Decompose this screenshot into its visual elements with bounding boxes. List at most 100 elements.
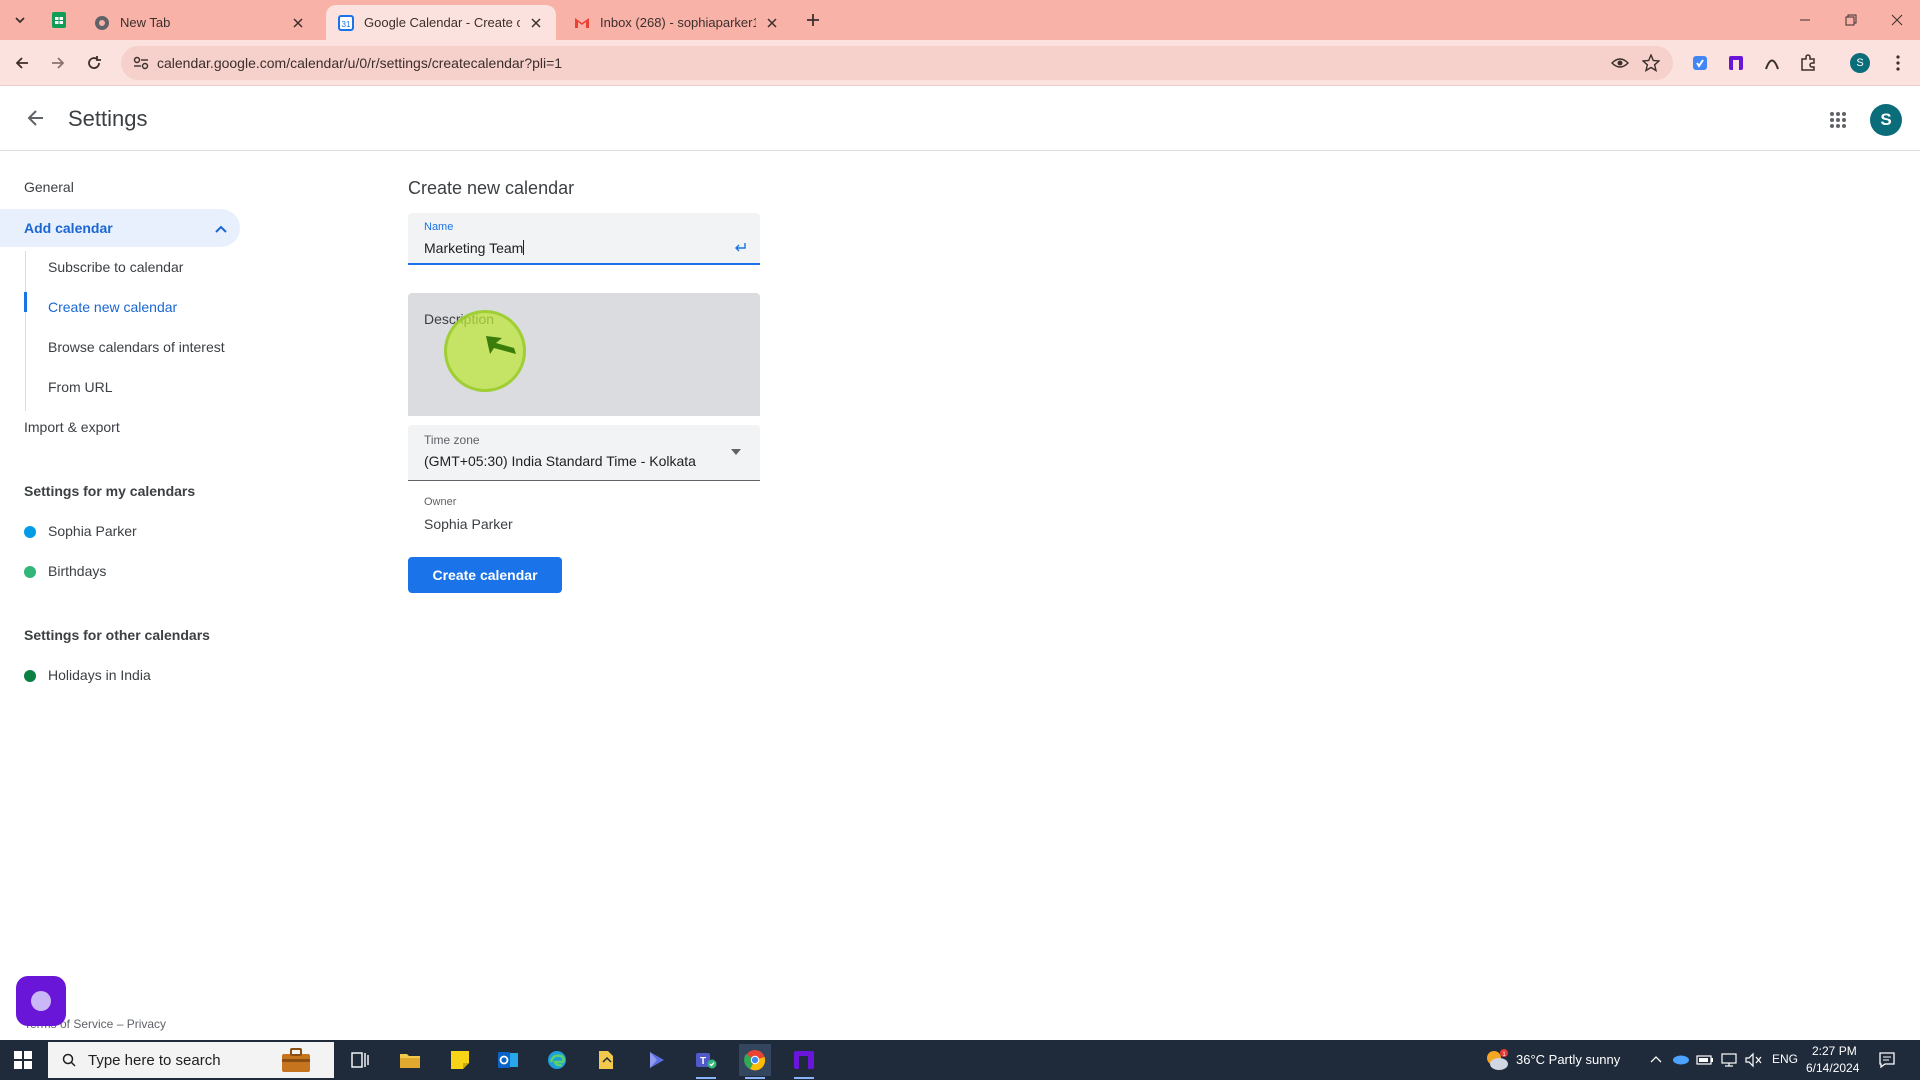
speaker-muted-icon[interactable] bbox=[1744, 1052, 1762, 1068]
tab-gmail-inbox[interactable]: Inbox (268) - sophiaparker14oc bbox=[562, 5, 792, 40]
calendar-color-dot bbox=[24, 566, 36, 578]
settings-sidebar: General Add calendar Subscribe to calend… bbox=[0, 151, 260, 1041]
svg-text:T: T bbox=[700, 1056, 706, 1067]
eye-slash-icon[interactable] bbox=[1611, 55, 1629, 71]
create-calendar-button[interactable]: Create calendar bbox=[408, 557, 562, 593]
reload-icon bbox=[88, 56, 101, 69]
taskbar-file-explorer[interactable] bbox=[394, 1044, 426, 1076]
arrow-right-icon bbox=[52, 57, 65, 69]
battery-icon[interactable] bbox=[1696, 1053, 1714, 1067]
more-vert-icon bbox=[1896, 55, 1900, 71]
site-settings-icon[interactable] bbox=[133, 56, 149, 70]
calendar-color-dot bbox=[24, 526, 36, 538]
sidebar-item-from-url[interactable]: From URL bbox=[48, 379, 113, 395]
sidebar-item-holidays-in-india[interactable]: Holidays in India bbox=[48, 667, 151, 683]
my-calendars-heading: Settings for my calendars bbox=[24, 483, 196, 499]
taskbar-purple-app[interactable] bbox=[788, 1044, 820, 1079]
extension-arc-icon bbox=[1765, 59, 1779, 70]
puzzle-icon bbox=[1801, 54, 1815, 71]
start-button[interactable] bbox=[8, 1048, 38, 1072]
taskbar-outlook[interactable] bbox=[492, 1044, 524, 1076]
extension-purple-icon bbox=[1729, 56, 1743, 70]
assistant-launcher-button[interactable] bbox=[16, 976, 66, 1026]
sidebar-item-general[interactable]: General bbox=[24, 179, 74, 195]
name-input-value[interactable]: Marketing Team bbox=[424, 240, 525, 256]
sidebar-item-label: Add calendar bbox=[24, 220, 113, 236]
close-icon bbox=[1891, 14, 1903, 26]
enter-key-icon bbox=[735, 243, 746, 252]
tab-google-calendar[interactable]: 31 Google Calendar - Create calen bbox=[326, 5, 556, 40]
weather-icon[interactable]: 1 bbox=[1484, 1048, 1510, 1072]
settings-header: Settings S bbox=[0, 86, 1920, 151]
sidebar-item-add-calendar[interactable]: Add calendar bbox=[0, 209, 240, 247]
task-view-button[interactable] bbox=[344, 1044, 376, 1076]
language-indicator[interactable]: ENG bbox=[1772, 1052, 1798, 1066]
edge-icon bbox=[548, 1051, 566, 1069]
close-tab-icon[interactable] bbox=[290, 15, 306, 31]
close-tab-icon[interactable] bbox=[764, 15, 780, 31]
pinned-tab-sheets[interactable] bbox=[46, 7, 72, 33]
address-bar[interactable]: calendar.google.com/calendar/u/0/r/setti… bbox=[121, 46, 1673, 80]
folder-icon bbox=[400, 1054, 420, 1068]
clock-date[interactable]: 6/14/2024 bbox=[1806, 1061, 1859, 1075]
profile-button[interactable]: S bbox=[1848, 51, 1872, 75]
extension-button[interactable] bbox=[1760, 51, 1784, 75]
profile-avatar: S bbox=[1850, 53, 1870, 73]
apps-grid-icon bbox=[1830, 112, 1846, 128]
close-tab-icon[interactable] bbox=[528, 15, 544, 31]
back-button[interactable] bbox=[8, 49, 36, 77]
minimize-icon bbox=[1800, 19, 1810, 21]
page-title: Settings bbox=[68, 106, 148, 131]
dropdown-arrow-icon bbox=[731, 449, 741, 455]
time-zone-label: Time zone bbox=[424, 433, 480, 447]
reload-button[interactable] bbox=[80, 49, 108, 77]
sidebar-item-birthdays[interactable]: Birthdays bbox=[48, 563, 106, 579]
restore-button[interactable] bbox=[1828, 0, 1874, 40]
taskbar-search[interactable]: Type here to search bbox=[48, 1042, 334, 1078]
chrome-icon bbox=[744, 1050, 766, 1071]
extension-button[interactable] bbox=[1688, 51, 1712, 75]
taskbar-files-app[interactable] bbox=[590, 1044, 622, 1076]
calendar-icon: 31 bbox=[338, 14, 354, 31]
chevron-up-icon bbox=[215, 225, 227, 233]
sticky-note-icon bbox=[451, 1051, 469, 1069]
tab-new-tab[interactable]: New Tab bbox=[82, 5, 318, 40]
sidebar-item-subscribe[interactable]: Subscribe to calendar bbox=[48, 259, 183, 275]
new-tab-button[interactable] bbox=[800, 7, 826, 33]
chevron-up-icon[interactable] bbox=[1650, 1054, 1662, 1064]
submenu-divider bbox=[25, 251, 26, 411]
sidebar-item-create-new-calendar[interactable]: Create new calendar bbox=[48, 299, 177, 315]
forward-button[interactable] bbox=[44, 49, 72, 77]
sidebar-item-import-export[interactable]: Import & export bbox=[24, 419, 120, 435]
back-to-calendar-button[interactable] bbox=[20, 102, 52, 134]
search-placeholder: Type here to search bbox=[88, 1052, 221, 1069]
minimize-button[interactable] bbox=[1782, 0, 1828, 40]
extension-blue-icon bbox=[1693, 56, 1707, 70]
sheets-icon bbox=[52, 12, 66, 28]
browser-menu-button[interactable] bbox=[1886, 51, 1910, 75]
google-apps-button[interactable] bbox=[1822, 104, 1854, 136]
weather-text[interactable]: 36°C Partly sunny bbox=[1516, 1052, 1620, 1067]
close-window-button[interactable] bbox=[1874, 0, 1920, 40]
taskbar-edge[interactable] bbox=[541, 1044, 573, 1076]
calendar-name-field[interactable]: Name Marketing Team bbox=[408, 213, 760, 265]
onedrive-icon[interactable] bbox=[1672, 1053, 1690, 1065]
taskbar-chrome[interactable] bbox=[739, 1044, 771, 1079]
time-zone-select[interactable]: Time zone (GMT+05:30) India Standard Tim… bbox=[408, 425, 760, 481]
url-text: calendar.google.com/calendar/u/0/r/setti… bbox=[157, 55, 563, 71]
cursor-arrow-icon bbox=[486, 336, 516, 354]
sidebar-item-sophia-parker[interactable]: Sophia Parker bbox=[48, 523, 137, 539]
tab-search-button[interactable] bbox=[7, 7, 33, 33]
network-icon[interactable] bbox=[1720, 1052, 1738, 1068]
taskbar-media-app[interactable] bbox=[640, 1044, 672, 1076]
notification-icon[interactable] bbox=[1878, 1051, 1896, 1069]
taskbar-sticky-notes[interactable] bbox=[444, 1044, 476, 1076]
sidebar-item-browse-calendars[interactable]: Browse calendars of interest bbox=[48, 339, 225, 355]
account-avatar[interactable]: S bbox=[1870, 104, 1902, 136]
taskbar-teams[interactable]: T bbox=[690, 1044, 722, 1079]
extension-button[interactable] bbox=[1724, 51, 1748, 75]
clock-time[interactable]: 2:27 PM bbox=[1812, 1044, 1857, 1058]
outlook-icon bbox=[498, 1052, 518, 1068]
bookmark-star-icon[interactable] bbox=[1642, 54, 1660, 72]
extensions-menu-button[interactable] bbox=[1796, 51, 1820, 75]
